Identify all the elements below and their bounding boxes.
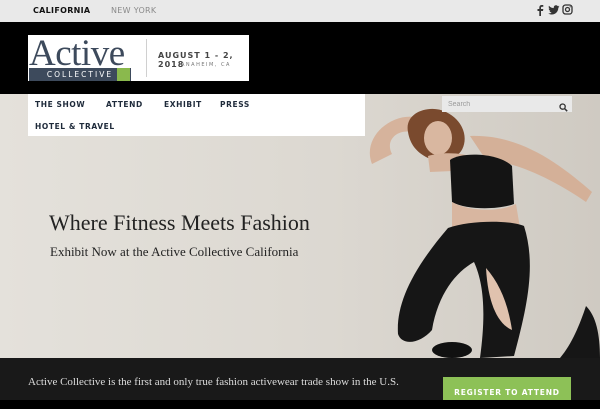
nav-item-the-show[interactable]: THE SHOW: [35, 100, 85, 109]
nav-item-press[interactable]: PRESS: [220, 100, 250, 109]
nav-item-exhibit[interactable]: EXHIBIT: [164, 100, 202, 109]
nav-item-hotel-travel[interactable]: HOTEL & TRAVEL: [35, 122, 115, 131]
facebook-icon[interactable]: [536, 4, 544, 19]
top-bar: CALIFORNIA NEW YORK: [0, 0, 600, 22]
footer-tagline: Active Collective is the first and only …: [28, 376, 399, 388]
logo-green-square: [117, 68, 130, 81]
logo-place: ANAHEIM, CA: [181, 62, 231, 68]
logo-subbar: COLLECTIVE: [29, 68, 131, 81]
location-california-link[interactable]: CALIFORNIA: [33, 6, 90, 15]
search-box: [442, 96, 572, 112]
search-input[interactable]: [442, 96, 558, 112]
main-nav: THE SHOW ATTEND EXHIBIT PRESS HOTEL & TR…: [28, 94, 365, 136]
hero-headline: Where Fitness Meets Fashion: [49, 210, 310, 235]
register-to-attend-button[interactable]: REGISTER TO ATTEND: [443, 377, 571, 400]
site-logo[interactable]: Active COLLECTIVE AUGUST 1 - 2, 2018 ANA…: [28, 33, 249, 81]
instagram-icon[interactable]: [562, 4, 573, 18]
logo-divider: [146, 39, 147, 77]
location-new-york-link[interactable]: NEW YORK: [111, 6, 156, 15]
hero-subhead: Exhibit Now at the Active Collective Cal…: [50, 244, 299, 259]
nav-item-attend[interactable]: ATTEND: [106, 100, 143, 109]
logo-sub: COLLECTIVE: [46, 70, 114, 79]
twitter-icon[interactable]: [548, 4, 560, 19]
search-icon[interactable]: [559, 99, 568, 117]
